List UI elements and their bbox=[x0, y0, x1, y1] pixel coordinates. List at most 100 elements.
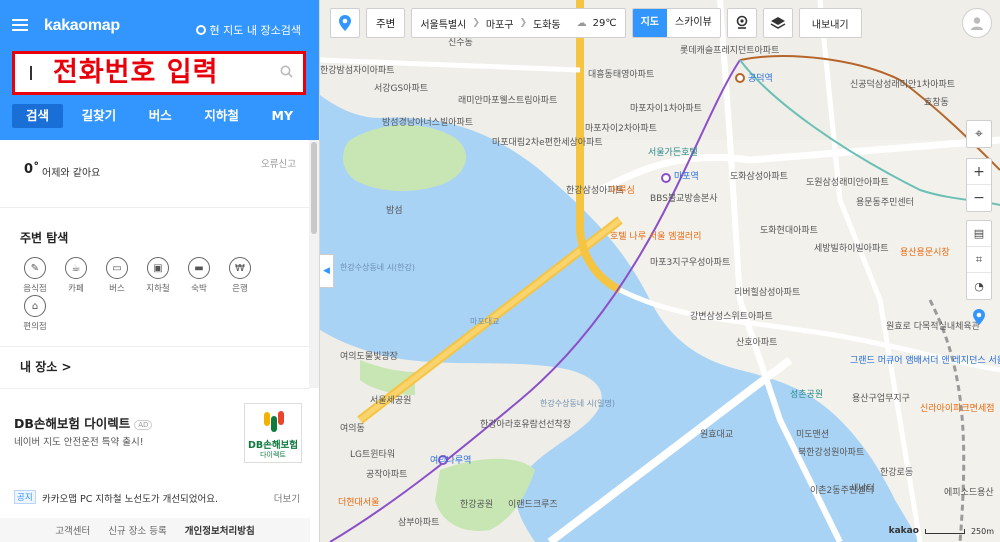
tab-directions[interactable]: 길찾기 bbox=[68, 104, 131, 128]
map-pin-icon bbox=[339, 15, 351, 31]
map-label: 더현대서울 bbox=[338, 498, 380, 508]
map-label: 한강로동 bbox=[880, 468, 914, 478]
zoom-out-button[interactable]: − bbox=[967, 185, 991, 211]
map-label: 마포대교 bbox=[470, 317, 500, 326]
map-label: 마포역 bbox=[674, 172, 699, 182]
roadview-button[interactable] bbox=[726, 8, 757, 38]
map-label: 서울세공원 bbox=[370, 396, 412, 406]
zoom-control: + − bbox=[966, 158, 992, 212]
map-label: 롯데캐슬프레지던트아파트 bbox=[680, 46, 780, 56]
view-map-button[interactable]: 지도 bbox=[632, 9, 668, 37]
ad-badge: AD bbox=[134, 419, 153, 430]
layers-button[interactable] bbox=[762, 8, 793, 38]
ad-banner[interactable]: DB손해보험 다이렉트 AD 네이버 지도 안전운전 특약 출시! DB손해보험 … bbox=[0, 388, 310, 476]
map-label: 용산용문시장 bbox=[900, 248, 950, 258]
ruler-icon: ▤ bbox=[973, 227, 985, 240]
main-tabs: 검색 길찾기 버스 지하철 MY bbox=[12, 104, 307, 128]
tab-search[interactable]: 검색 bbox=[12, 104, 64, 128]
report-error-link[interactable]: 오류신고 bbox=[261, 156, 296, 170]
weather-temperature: 29℃ bbox=[592, 17, 617, 29]
text-cursor bbox=[30, 66, 32, 80]
category-bus[interactable]: ▭ 버스 bbox=[102, 257, 132, 294]
map-label: 삼부아파트 bbox=[398, 518, 440, 528]
weather-temp: 0˚ bbox=[24, 162, 40, 177]
category-lodging[interactable]: ▬ 숙박 bbox=[184, 257, 214, 294]
bank-icon: ₩ bbox=[229, 257, 251, 279]
tab-subway[interactable]: 지하철 bbox=[190, 104, 253, 128]
map-label: 용산구업무지구 bbox=[852, 394, 910, 404]
menu-icon[interactable] bbox=[12, 19, 28, 31]
explore-section: 주변 탐색 ✎ 음식점 ☕ 카페 ▭ 버스 ▣ 지하철 ▬ 숙박 ₩ 은행 ⌂ … bbox=[0, 209, 310, 347]
map-label: 이랜드크루즈 bbox=[508, 500, 558, 510]
view-skyview-button[interactable]: 스카이뷰 bbox=[667, 9, 720, 37]
ad-logo: DB손해보험 다이렉트 bbox=[244, 403, 302, 463]
footer-link-register-place[interactable]: 신규 장소 등록 bbox=[108, 523, 166, 537]
footer-link-privacy[interactable]: 개인정보처리방침 bbox=[185, 523, 255, 537]
category-bank[interactable]: ₩ 은행 bbox=[225, 257, 255, 294]
search-icon[interactable] bbox=[280, 65, 293, 78]
plus-icon: + bbox=[973, 163, 985, 180]
map-label: 밤섬 bbox=[386, 206, 403, 216]
map-label: 도화현대아파트 bbox=[760, 226, 818, 236]
breadcrumb-dong[interactable]: 도화동 bbox=[533, 16, 561, 31]
logo[interactable]: kakaomap bbox=[44, 17, 120, 35]
map-label: 효창동 bbox=[924, 98, 949, 108]
map-label: 대흥동태영아파트 bbox=[588, 70, 655, 80]
category-label: 지하철 bbox=[146, 284, 170, 294]
map-toolbar: 주변 서울특별시 ❯ 마포구 ❯ 도화동 ☁ 29℃ 지도 스카이뷰 내보내기 bbox=[330, 8, 862, 38]
radius-tool-button[interactable]: ◔ bbox=[967, 273, 991, 299]
tools-control: ▤ ⌗ ◔ bbox=[966, 220, 992, 300]
panel-scrollbar[interactable] bbox=[309, 140, 319, 388]
map-label: 세방빌하이빌아파트 bbox=[814, 244, 889, 254]
db-logo-icon bbox=[264, 411, 284, 432]
map-label: 밤섬경남아너스빌아파트 bbox=[382, 118, 474, 128]
notice-text[interactable]: 카카오맵 PC 지하철 노선도가 개선되었어요. bbox=[42, 491, 218, 505]
export-button[interactable]: 내보내기 bbox=[798, 8, 862, 38]
weather-desc: 어제와 같아요 bbox=[42, 168, 101, 179]
restaurant-icon: ✎ bbox=[24, 257, 46, 279]
category-store[interactable]: ⌂ 편의점 bbox=[20, 295, 50, 332]
notice-more-link[interactable]: 더보기 bbox=[274, 491, 300, 505]
ad-title-text: DB손해보험 다이렉트 bbox=[14, 416, 131, 431]
collapse-panel-button[interactable]: ◀ bbox=[320, 254, 334, 288]
user-icon bbox=[971, 17, 983, 30]
footer-link-support[interactable]: 고객센터 bbox=[55, 523, 90, 537]
user-avatar-button[interactable] bbox=[962, 8, 992, 38]
bed-icon: ▬ bbox=[188, 257, 210, 279]
my-place-link[interactable]: 내 장소 > bbox=[20, 358, 72, 375]
ad-logo-line1: DB손해보험 bbox=[247, 440, 299, 451]
ad-subtitle: 네이버 지도 안전운전 특약 출시! bbox=[14, 437, 144, 448]
minus-icon: − bbox=[973, 190, 985, 206]
my-location-button[interactable]: ⌖ bbox=[967, 121, 991, 147]
breadcrumb-district[interactable]: 마포구 bbox=[486, 16, 514, 31]
map-label: 강변삼성스위트아파트 bbox=[690, 312, 773, 322]
map-scale: kakao 250m bbox=[889, 526, 994, 536]
tab-my[interactable]: MY bbox=[258, 104, 308, 128]
breadcrumb-city[interactable]: 서울특별시 bbox=[420, 16, 466, 31]
zoom-in-button[interactable]: + bbox=[967, 159, 991, 185]
category-label: 카페 bbox=[68, 284, 84, 294]
map-label: 도원삼성래미안아파트 bbox=[806, 178, 889, 188]
location-pin-button[interactable] bbox=[330, 8, 360, 38]
distance-tool-button[interactable]: ▤ bbox=[967, 221, 991, 247]
map-label: LG트윈타워 bbox=[350, 450, 396, 460]
place-pin-button[interactable] bbox=[966, 304, 992, 330]
map-label: 새남터 bbox=[850, 484, 875, 494]
nearby-search-button[interactable]: 현 지도 내 장소검색 bbox=[195, 22, 301, 38]
map-label: 여의동 bbox=[340, 424, 365, 434]
tab-bus[interactable]: 버스 bbox=[135, 104, 186, 128]
scrollbar-thumb[interactable] bbox=[311, 142, 317, 234]
area-tool-button[interactable]: ⌗ bbox=[967, 247, 991, 273]
category-label: 은행 bbox=[232, 284, 248, 294]
map-label: 공작아파트 bbox=[366, 470, 408, 480]
explore-title: 주변 탐색 bbox=[20, 231, 69, 245]
map-label: 에피소드용산 bbox=[944, 488, 994, 498]
map-view[interactable]: 신수동 한강밤섬자이아파트 서강GS아파트 래미안마포웰스트림아파트 대흥동태영… bbox=[320, 0, 1000, 542]
map-label: 여의도물빛광장 bbox=[340, 352, 398, 362]
category-cafe[interactable]: ☕ 카페 bbox=[61, 257, 91, 294]
around-button[interactable]: 주변 bbox=[366, 8, 406, 38]
category-restaurant[interactable]: ✎ 음식점 bbox=[20, 257, 50, 294]
map-label: 신라아이파크면세점 bbox=[920, 404, 995, 414]
category-subway[interactable]: ▣ 지하철 bbox=[143, 257, 173, 294]
map-label: 산호아파트 bbox=[736, 338, 778, 348]
